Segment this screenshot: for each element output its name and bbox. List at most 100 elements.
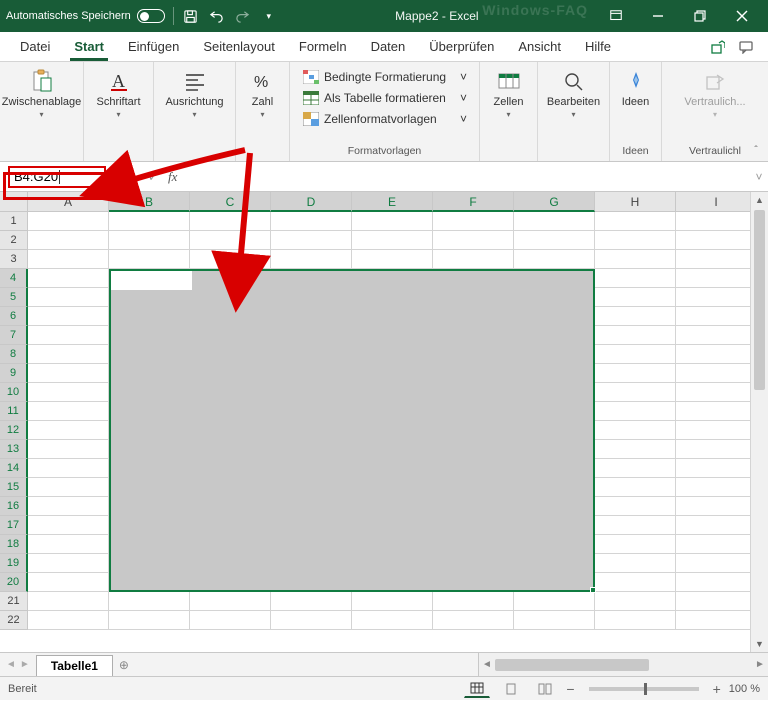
scroll-up-icon[interactable]: ▲ [751,192,768,208]
row-header-11[interactable]: 11 [0,402,28,421]
font-icon: A [106,68,132,94]
expand-formula-bar-icon[interactable]: ˅ [750,170,768,184]
redo-icon[interactable] [234,7,252,25]
conditional-formatting-button[interactable]: Bedingte Formatierung ˅ [300,68,469,86]
svg-text:%: % [254,74,268,91]
col-header-I[interactable]: I [676,192,757,212]
zoom-level[interactable]: 100 % [729,683,760,695]
cells-button[interactable]: Zellen ▾ [476,66,542,121]
col-header-H[interactable]: H [595,192,676,212]
row-header-19[interactable]: 19 [0,554,28,573]
row-header-17[interactable]: 17 [0,516,28,535]
tab-seitenlayout[interactable]: Seitenlayout [191,32,287,61]
autosave-toggle[interactable]: Automatisches Speichern [6,9,165,23]
row-header-15[interactable]: 15 [0,478,28,497]
alignment-button[interactable]: Ausrichtung ▾ [161,66,227,121]
view-page-layout-icon[interactable] [498,680,524,698]
comments-icon[interactable] [732,32,760,61]
row-header-10[interactable]: 10 [0,383,28,402]
zoom-in-button[interactable]: + [713,681,721,697]
scroll-right-icon[interactable]: ► [752,659,768,670]
add-sheet-button[interactable]: ⊕ [113,653,135,676]
name-box[interactable]: B4:G20 [8,166,106,188]
tab-hilfe[interactable]: Hilfe [573,32,623,61]
horizontal-scrollbar[interactable]: ◄ ► [478,653,768,676]
row-header-7[interactable]: 7 [0,326,28,345]
row-header-13[interactable]: 13 [0,440,28,459]
row-header-20[interactable]: 20 [0,573,28,592]
tab-formeln[interactable]: Formeln [287,32,359,61]
scroll-thumb[interactable] [754,210,765,390]
col-header-B[interactable]: B [109,192,190,212]
select-all-triangle[interactable] [0,192,28,212]
row-header-1[interactable]: 1 [0,212,28,231]
editing-button[interactable]: Bearbeiten ▾ [541,66,607,121]
formula-input[interactable] [181,166,750,188]
format-as-table-button[interactable]: Als Tabelle formatieren ˅ [300,89,469,107]
cell-styles-button[interactable]: Zellenformatvorlagen ˅ [300,110,469,128]
column-headers[interactable]: ABCDEFGHI [28,192,750,212]
hscroll-thumb[interactable] [495,659,649,671]
name-box-value: B4:G20 [14,169,58,184]
row-header-22[interactable]: 22 [0,611,28,630]
row-header-8[interactable]: 8 [0,345,28,364]
vertical-scrollbar[interactable]: ▲ ▼ [750,192,768,652]
col-header-C[interactable]: C [190,192,271,212]
row-header-12[interactable]: 12 [0,421,28,440]
row-header-5[interactable]: 5 [0,288,28,307]
row-header-14[interactable]: 14 [0,459,28,478]
qat-customize-icon[interactable]: ▾ [260,7,278,25]
tab-start[interactable]: Start [62,32,116,61]
cell-styles-label: Zellenformatvorlagen [324,112,437,126]
tab-daten[interactable]: Daten [359,32,418,61]
font-button[interactable]: A Schriftart ▾ [86,66,152,121]
ribbon-display-icon[interactable] [596,0,636,32]
cancel-icon[interactable]: ✕ [120,166,142,188]
col-header-D[interactable]: D [271,192,352,212]
cells-icon [496,68,522,94]
chevron-down-icon: ▾ [506,110,510,119]
tab-einfuegen[interactable]: Einfügen [116,32,191,61]
share-icon[interactable] [704,32,732,61]
row-header-2[interactable]: 2 [0,231,28,250]
close-button[interactable] [722,0,762,32]
view-page-break-icon[interactable] [532,680,558,698]
tab-ueberpruefen[interactable]: Überprüfen [417,32,506,61]
spreadsheet-grid[interactable]: ABCDEFGHI 123456789101112131415161718192… [0,192,768,652]
row-header-16[interactable]: 16 [0,497,28,516]
cells-area[interactable] [28,212,750,652]
collapse-ribbon-icon[interactable]: ˆ [748,145,764,157]
minimize-button[interactable] [638,0,678,32]
row-header-21[interactable]: 21 [0,592,28,611]
toggle-off-icon[interactable] [137,9,165,23]
zoom-slider[interactable] [589,687,699,691]
ideas-button[interactable]: Ideen [603,66,669,110]
sheet-tab-1[interactable]: Tabelle1 [36,655,113,676]
row-header-9[interactable]: 9 [0,364,28,383]
row-header-4[interactable]: 4 [0,269,28,288]
zoom-out-button[interactable]: − [566,681,574,697]
sheet-prev-icon[interactable]: ◄ [6,659,16,670]
col-header-F[interactable]: F [433,192,514,212]
number-button[interactable]: % Zahl ▾ [230,66,296,121]
scroll-down-icon[interactable]: ▼ [751,636,768,652]
row-header-18[interactable]: 18 [0,535,28,554]
clipboard-button[interactable]: Zwischenablage ▾ [0,66,85,121]
row-headers[interactable]: 12345678910111213141516171819202122 [0,212,28,630]
tab-ansicht[interactable]: Ansicht [506,32,573,61]
view-normal-icon[interactable] [464,680,490,698]
enter-icon[interactable]: ✓ [142,166,164,188]
col-header-E[interactable]: E [352,192,433,212]
restore-button[interactable] [680,0,720,32]
undo-icon[interactable] [208,7,226,25]
row-header-6[interactable]: 6 [0,307,28,326]
row-header-3[interactable]: 3 [0,250,28,269]
scroll-left-icon[interactable]: ◄ [479,659,495,670]
save-icon[interactable] [182,7,200,25]
col-header-A[interactable]: A [28,192,109,212]
fx-icon[interactable]: fx [164,169,181,185]
col-header-G[interactable]: G [514,192,595,212]
tab-datei[interactable]: Datei [8,32,62,61]
fill-handle[interactable] [590,587,596,593]
sheet-next-icon[interactable]: ► [20,659,30,670]
